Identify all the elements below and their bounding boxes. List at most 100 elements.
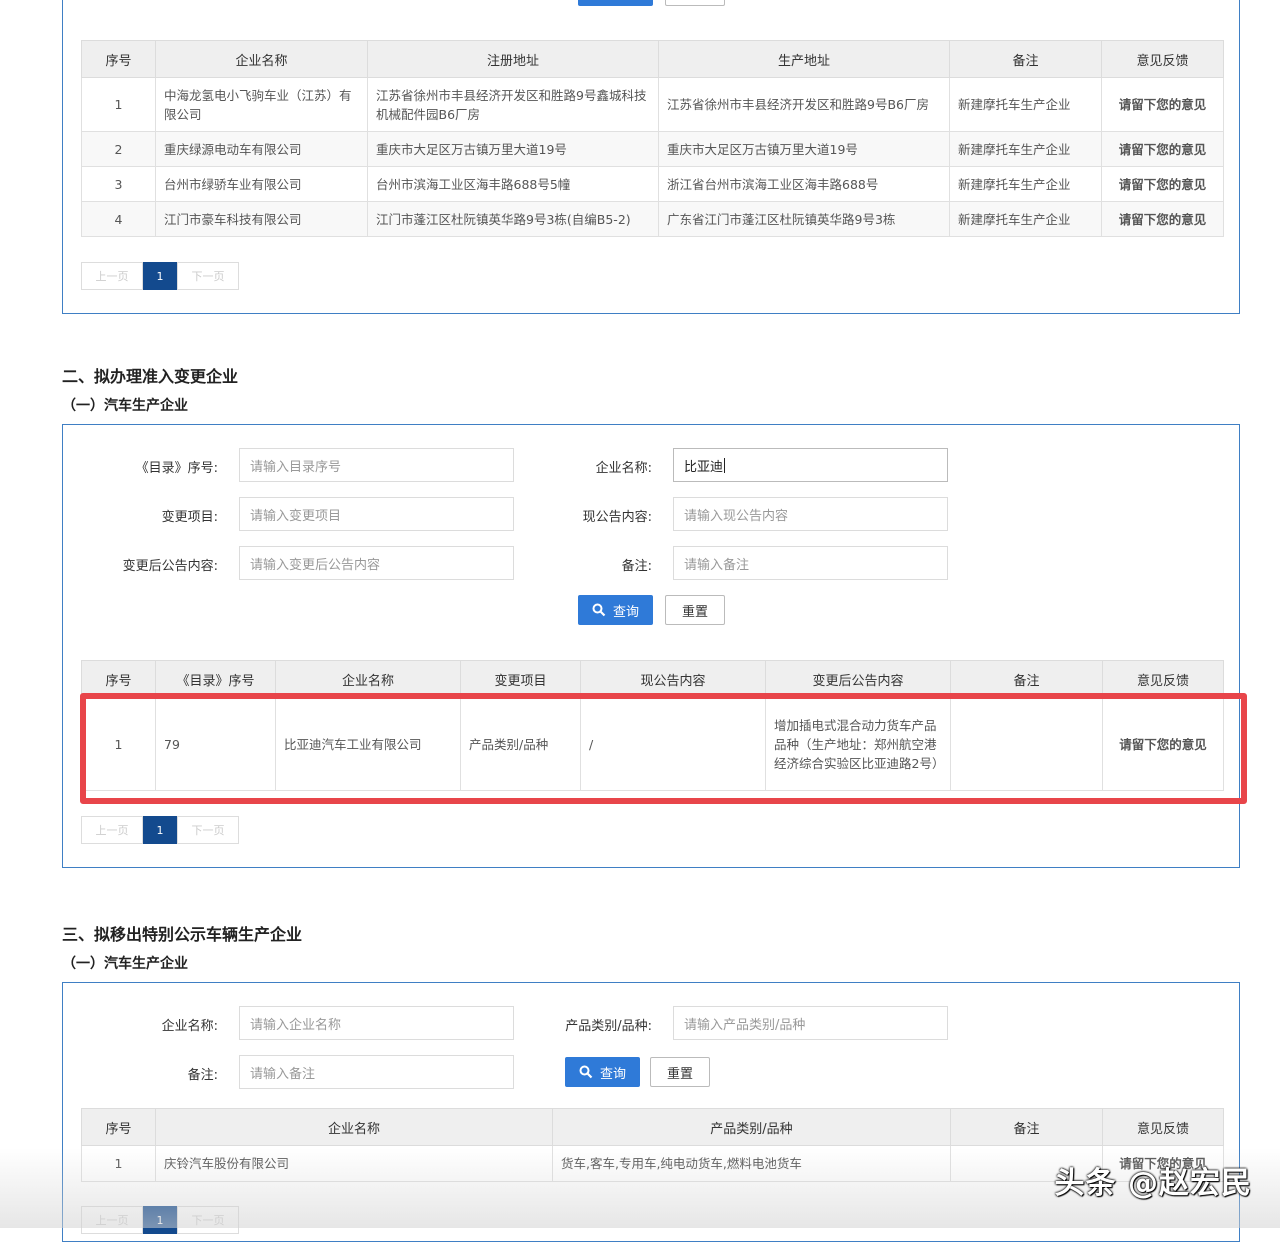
section2-subtitle: （一）汽车生产企业 [62,398,188,414]
section2-pagination: 上一页 1 下一页 [81,816,239,844]
section2-title: 二、拟办理准入变更企业 [62,367,239,386]
col-header-no: 序号 [81,660,156,698]
row-reg-address: 江门市蓬江区杜阮镇英华路9号3栋(自编B5-2) [367,201,659,237]
section2-query-button[interactable]: 查询 [578,595,653,625]
row-reg-address: 江苏省徐州市丰县经济开发区和胜路9号鑫城科技机械配件园B6厂房 [367,77,659,132]
query-label: 查询 [599,1066,626,1082]
row-company: 中海龙氢电小飞驹车业（江苏）有限公司 [155,77,368,132]
section2-panel [62,424,1240,868]
row-reg-address: 重庆市大足区万古镇万里大道19号 [367,131,659,167]
text-cursor [724,457,726,473]
section1-pagination: 上一页 1 下一页 [81,262,239,290]
table-row: 1 庆铃汽车股份有限公司 货车,客车,专用车,纯电动货车,燃料电池货车 请留下您… [81,1145,1224,1182]
row-prod-address: 重庆市大足区万古镇万里大道19号 [658,131,950,167]
table-row: 3 台州市绿骄车业有限公司 台州市滨海工业区海丰路688号5幢 浙江省台州市滨海… [81,166,1224,202]
row-no: 4 [81,201,156,237]
prev-page-button[interactable]: 上一页 [81,262,143,290]
page-1-button[interactable]: 1 [143,262,177,290]
feedback-link[interactable]: 请留下您的意见 [1101,201,1224,237]
row-prod-address: 浙江省台州市滨海工业区海丰路688号 [658,166,950,202]
section1-reset-button-partial[interactable] [665,0,725,6]
col-header-current-notice: 现公告内容 [580,660,766,698]
company-name-label: 企业名称: [161,1019,218,1034]
table-row: 2 重庆绿源电动车有限公司 重庆市大足区万古镇万里大道19号 重庆市大足区万古镇… [81,131,1224,167]
feedback-link[interactable]: 请留下您的意见 [1101,77,1224,132]
catalog-no-label: 《目录》序号: [135,461,218,476]
row-after-notice: 增加插电式混合动力货车产品品种（生产地址：郑州航空港经济综合实验区比亚迪路2号） [765,697,951,791]
change-item-input[interactable]: 请输入变更项目 [239,497,514,531]
catalog-no-input[interactable]: 请输入目录序号 [239,448,514,482]
col-header-company: 企业名称 [155,1108,553,1146]
feedback-link[interactable]: 请留下您的意见 [1101,131,1224,167]
prev-page-button[interactable]: 上一页 [81,816,143,844]
next-page-button[interactable]: 下一页 [177,262,239,290]
section2-table: 序号 《目录》序号 企业名称 变更项目 现公告内容 变更后公告内容 备注 意见反… [81,660,1224,791]
next-page-button[interactable]: 下一页 [177,816,239,844]
row-company: 台州市绿骄车业有限公司 [155,166,368,202]
change-item-label: 变更项目: [161,510,218,525]
section2-reset-button[interactable]: 重置 [665,595,725,625]
search-icon [579,1065,593,1079]
section3-query-button[interactable]: 查询 [565,1057,640,1087]
row-company: 比亚迪汽车工业有限公司 [275,697,461,791]
row-current-notice: / [580,697,766,791]
row-prod-address: 广东省江门市蓬江区杜阮镇英华路9号3栋 [658,201,950,237]
note-input[interactable]: 请输入备注 [239,1055,514,1089]
col-header-no: 序号 [81,40,156,78]
feedback-link[interactable]: 请留下您的意见 [1101,166,1224,202]
company-name-input[interactable]: 请输入企业名称 [239,1006,514,1040]
col-header-prod-address: 生产地址 [658,40,950,78]
table-row: 1 中海龙氢电小飞驹车业（江苏）有限公司 江苏省徐州市丰县经济开发区和胜路9号鑫… [81,77,1224,132]
row-note: 新建摩托车生产企业 [949,201,1102,237]
after-notice-input[interactable]: 请输入变更后公告内容 [239,546,514,580]
col-header-after-notice: 变更后公告内容 [765,660,951,698]
col-header-note: 备注 [949,40,1102,78]
col-header-note: 备注 [950,1108,1103,1146]
row-no: 1 [81,1145,156,1182]
col-header-no: 序号 [81,1108,156,1146]
col-header-catalog-no: 《目录》序号 [155,660,276,698]
col-header-company: 企业名称 [275,660,461,698]
col-header-note: 备注 [950,660,1103,698]
row-category: 货车,客车,专用车,纯电动货车,燃料电池货车 [552,1145,951,1182]
note-label: 备注: [187,1068,218,1083]
section3-table: 序号 企业名称 产品类别/品种 备注 意见反馈 1 庆铃汽车股份有限公司 货车,… [81,1108,1224,1182]
row-company: 庆铃汽车股份有限公司 [155,1145,553,1182]
prev-page-button[interactable]: 上一页 [81,1206,143,1234]
after-notice-label: 变更后公告内容: [122,559,218,574]
current-notice-input[interactable]: 请输入现公告内容 [673,497,948,531]
row-company: 江门市豪车科技有限公司 [155,201,368,237]
row-note: 新建摩托车生产企业 [949,131,1102,167]
next-page-button[interactable]: 下一页 [177,1206,239,1234]
page-1-button[interactable]: 1 [143,1206,177,1234]
company-name-label: 企业名称: [595,461,652,476]
row-no: 1 [81,697,156,791]
feedback-link[interactable]: 请留下您的意见 [1102,697,1224,791]
table-row: 4 江门市豪车科技有限公司 江门市蓬江区杜阮镇英华路9号3栋(自编B5-2) 广… [81,201,1224,237]
section1-query-button-partial[interactable] [578,0,653,6]
query-label: 查询 [612,604,639,620]
col-header-reg-address: 注册地址 [367,40,659,78]
section3-subtitle: （一）汽车生产企业 [62,956,188,972]
row-no: 1 [81,77,156,132]
company-name-input[interactable]: 比亚迪 [673,448,948,482]
row-reg-address: 台州市滨海工业区海丰路688号5幢 [367,166,659,202]
section3-reset-button[interactable]: 重置 [650,1057,710,1087]
company-name-value: 比亚迪 [684,459,724,475]
col-header-change-item: 变更项目 [460,660,581,698]
watermark: 头条 @赵宏民 [1054,1166,1252,1201]
row-catalog-no: 79 [155,697,276,791]
row-change-item: 产品类别/品种 [460,697,581,791]
note-label: 备注: [621,559,652,574]
section3-title: 三、拟移出特别公示车辆生产企业 [62,925,303,944]
row-prod-address: 江苏省徐州市丰县经济开发区和胜路9号B6厂房 [658,77,950,132]
page-1-button[interactable]: 1 [143,816,177,844]
row-no: 2 [81,131,156,167]
col-header-feedback: 意见反馈 [1101,40,1224,78]
table-row: 1 79 比亚迪汽车工业有限公司 产品类别/品种 / 增加插电式混合动力货车产品… [81,697,1224,791]
section3-pagination: 上一页 1 下一页 [81,1206,239,1234]
note-input[interactable]: 请输入备注 [673,546,948,580]
current-notice-label: 现公告内容: [582,510,652,525]
col-header-feedback: 意见反馈 [1102,1108,1224,1146]
product-category-input[interactable]: 请输入产品类别/品种 [673,1006,948,1040]
